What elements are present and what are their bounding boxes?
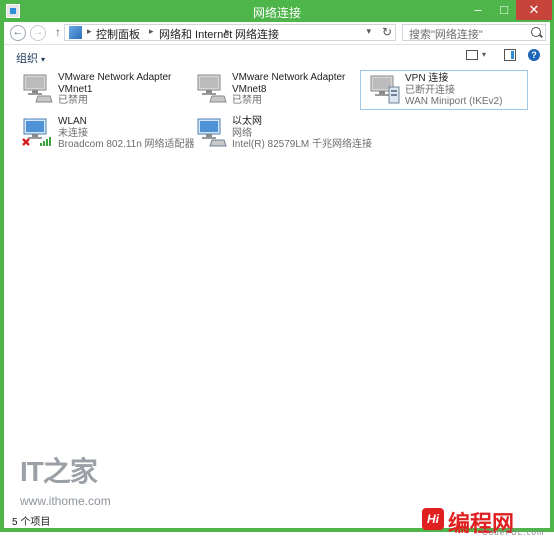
change-view-icon[interactable] bbox=[466, 50, 478, 60]
maximize-button[interactable]: □ bbox=[491, 0, 517, 20]
address-bar: ← → ↑ ▸ 控制面板 ▸ 网络和 Internet ▸ 网络连接 ▾ ↻ 搜… bbox=[4, 22, 550, 45]
wlan-icon bbox=[22, 118, 51, 146]
search-input[interactable]: 搜索"网络连接" bbox=[402, 24, 546, 41]
breadcrumb-control-panel[interactable]: 控制面板 bbox=[96, 26, 140, 42]
title-bar[interactable]: 网络连接 – □ ✕ bbox=[0, 0, 554, 22]
connection-device: WAN Miniport (IKEv2) bbox=[405, 96, 503, 107]
connection-name-line2: VMnet1 bbox=[58, 83, 93, 95]
list-item-ethernet[interactable]: 以太网 网络 Intel(R) 82579LM 千兆网络连接 bbox=[188, 114, 372, 154]
connection-status: 未连接 bbox=[58, 127, 88, 139]
ethernet-icon bbox=[197, 118, 227, 147]
breadcrumb-network-connections[interactable]: 网络连接 bbox=[235, 26, 279, 42]
connection-status: 网络 bbox=[232, 127, 252, 139]
brand-watermark: Hi 编程网 CodeFUL.com bbox=[422, 508, 550, 537]
connection-name: 以太网 bbox=[232, 116, 262, 127]
watermark-url: www.ithome.com bbox=[20, 494, 111, 508]
address-dropdown-icon[interactable]: ▾ bbox=[366, 26, 371, 37]
connection-device: Broadcom 802.11n 网络适配器 bbox=[58, 139, 195, 150]
minimize-button[interactable]: – bbox=[465, 0, 491, 20]
connection-status: 已禁用 bbox=[58, 95, 88, 106]
connection-name: VMware Network Adapter bbox=[58, 72, 172, 83]
connection-list: VMware Network Adapter VMnet1 已禁用 VMware… bbox=[4, 70, 550, 490]
organize-label: 组织 bbox=[16, 53, 38, 65]
chevron-down-icon: ▾ bbox=[41, 55, 46, 64]
connection-name-line2: VMnet8 bbox=[232, 83, 267, 95]
connection-name: VPN 连接 bbox=[405, 73, 449, 84]
breadcrumb[interactable]: ▸ 控制面板 ▸ 网络和 Internet ▸ 网络连接 ▾ ↻ bbox=[64, 24, 396, 41]
close-button[interactable]: ✕ bbox=[516, 0, 552, 20]
view-options-dropdown[interactable]: ▾ bbox=[482, 50, 486, 59]
preview-pane-icon[interactable] bbox=[504, 49, 516, 61]
command-bar: 组织 ▾ ▾ ? bbox=[4, 45, 550, 67]
connection-status: 已禁用 bbox=[232, 95, 262, 106]
watermark-logo: IT之家 bbox=[20, 456, 98, 487]
search-icon[interactable] bbox=[531, 27, 541, 37]
refresh-button[interactable]: ↻ bbox=[382, 25, 392, 39]
brand-logo: Hi bbox=[422, 508, 444, 530]
list-item-vpn[interactable]: VPN 连接 已断开连接 WAN Miniport (IKEv2) bbox=[360, 70, 528, 110]
help-icon[interactable]: ? bbox=[528, 49, 540, 61]
breadcrumb-network-internet[interactable]: 网络和 Internet bbox=[159, 26, 232, 42]
breadcrumb-separator-icon[interactable]: ▸ bbox=[225, 26, 230, 37]
back-button[interactable]: ← bbox=[10, 25, 26, 41]
network-adapter-disabled-icon bbox=[23, 74, 53, 103]
control-panel-icon bbox=[69, 26, 82, 39]
item-count: 5 个项目 bbox=[12, 517, 51, 528]
vpn-icon bbox=[370, 75, 400, 104]
list-item-vmnet8[interactable]: VMware Network Adapter VMnet8 已禁用 bbox=[188, 70, 356, 110]
forward-button[interactable]: → bbox=[30, 25, 46, 41]
search-placeholder: 搜索"网络连接" bbox=[409, 29, 483, 41]
breadcrumb-separator-icon[interactable]: ▸ bbox=[149, 26, 154, 37]
list-item-vmnet1[interactable]: VMware Network Adapter VMnet1 已禁用 bbox=[14, 70, 182, 110]
network-adapter-disabled-icon bbox=[197, 74, 227, 103]
breadcrumb-separator-icon[interactable]: ▸ bbox=[87, 26, 92, 37]
connection-device: Intel(R) 82579LM 千兆网络连接 bbox=[232, 139, 373, 150]
ithome-watermark: IT之家 www.ithome.com bbox=[20, 450, 111, 508]
connection-status: 已断开连接 bbox=[405, 84, 455, 96]
organize-button[interactable]: 组织 ▾ bbox=[16, 50, 45, 66]
window: 网络连接 – □ ✕ ← → ↑ ▸ 控制面板 ▸ 网络和 Internet ▸… bbox=[0, 0, 554, 537]
connection-name: VMware Network Adapter bbox=[232, 72, 346, 83]
connection-name: WLAN bbox=[58, 116, 87, 127]
explorer-content: ← → ↑ ▸ 控制面板 ▸ 网络和 Internet ▸ 网络连接 ▾ ↻ 搜… bbox=[4, 22, 550, 537]
list-item-wlan[interactable]: WLAN 未连接 Broadcom 802.11n 网络适配器 bbox=[14, 114, 195, 154]
up-button[interactable]: ↑ bbox=[52, 25, 64, 39]
brand-url: CodeFUL.com bbox=[482, 528, 545, 537]
